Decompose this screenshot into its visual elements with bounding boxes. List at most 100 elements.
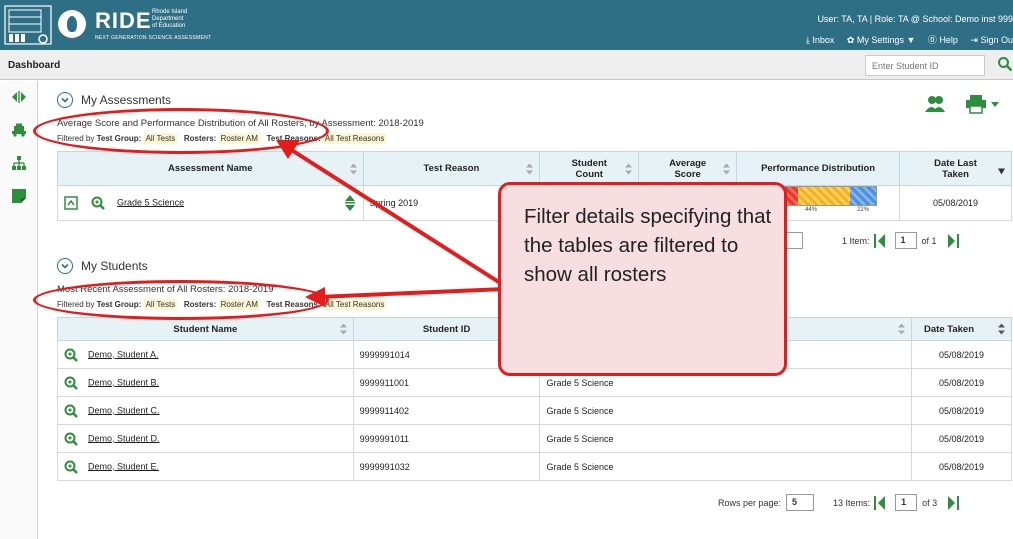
students-pager: Rows per page: 5 13 Items: 1 of 3 bbox=[718, 494, 963, 511]
signout-link[interactable]: ⇥ Sign Ou bbox=[970, 35, 1013, 45]
bar-segment-blue bbox=[850, 187, 877, 205]
top-menu: ⤓ Inbox ✿ My Settings ▼ ⓪ Help ⇥ Sign Ou bbox=[796, 33, 1013, 46]
student-name-cell: Demo, Student C. bbox=[57, 396, 354, 425]
next-page-icon[interactable] bbox=[947, 233, 959, 248]
brand-tagline: NEXT GENERATION SCIENCE ASSESSMENT bbox=[95, 35, 212, 41]
user-info: User: TA, TA | Role: TA @ School: Demo i… bbox=[817, 14, 1013, 24]
page-total: of 3 bbox=[922, 497, 938, 508]
assessments-pager: 5 1 Item: 1 of 1 bbox=[770, 232, 963, 249]
my-students-title: My Students bbox=[81, 259, 148, 273]
student-name-cell: Demo, Student E. bbox=[57, 452, 354, 481]
expand-collapse-icon[interactable] bbox=[11, 89, 27, 105]
magnifier-icon[interactable] bbox=[64, 432, 78, 446]
assessment-cell: Grade 5 Science bbox=[539, 396, 913, 425]
student-id-cell: 9999991032 bbox=[352, 452, 541, 481]
chevron-down-icon[interactable] bbox=[57, 92, 73, 108]
student-name-link[interactable]: Demo, Student E. bbox=[88, 461, 159, 471]
date-taken-cell: 05/08/2019 bbox=[911, 396, 1012, 425]
date-taken-cell: 05/08/2019 bbox=[911, 452, 1012, 481]
dashboard-bar: Dashboard bbox=[0, 50, 1013, 80]
sort-icon bbox=[339, 323, 347, 335]
col-average-score[interactable]: Average Score bbox=[638, 151, 738, 186]
brand-subtitle: Rhode Island Department of Education bbox=[152, 9, 188, 29]
table-row: Demo, Student D. 9999991011 Grade 5 Scienc… bbox=[57, 424, 1012, 453]
col-performance-distribution: Performance Distribution bbox=[736, 151, 901, 186]
student-name-cell: Demo, Student B. bbox=[57, 368, 354, 397]
date-taken-cell: 05/08/2019 bbox=[911, 340, 1012, 369]
assessments-table-header: Assessment Name Test Reason Student Count… bbox=[57, 151, 1012, 186]
prev-page-icon[interactable] bbox=[873, 233, 886, 248]
print-icon[interactable] bbox=[965, 94, 1001, 114]
col-test-reason[interactable]: Test Reason bbox=[362, 151, 541, 186]
student-id-cell: 9999991011 bbox=[352, 424, 541, 453]
search-icon[interactable] bbox=[997, 56, 1013, 72]
rows-per-page-select[interactable]: 5 bbox=[786, 494, 815, 511]
col-assessment-name[interactable]: Assessment Name bbox=[57, 151, 364, 186]
assessment-cell: Grade 5 Science bbox=[539, 424, 913, 453]
settings-menu[interactable]: ✿ My Settings ▼ bbox=[847, 35, 915, 45]
date-last-taken-cell: 05/08/2019 bbox=[899, 185, 1012, 221]
student-name-link[interactable]: Demo, Student B. bbox=[88, 377, 159, 387]
col-date-last-taken[interactable]: Date Last Taken bbox=[899, 151, 1012, 186]
chevron-down-icon[interactable] bbox=[57, 258, 73, 274]
help-link[interactable]: ⓪ Help bbox=[928, 35, 958, 45]
roster-icon[interactable] bbox=[923, 94, 947, 114]
sort-icon bbox=[526, 163, 534, 174]
sort-desc-icon bbox=[998, 168, 1005, 174]
my-students-header[interactable]: My Students bbox=[57, 258, 148, 274]
document-icon[interactable] bbox=[64, 196, 78, 210]
reorder-icon[interactable] bbox=[344, 195, 355, 211]
sidebar bbox=[0, 81, 38, 539]
table-row: Demo, Student C. 9999911402 Grade 5 Scienc… bbox=[57, 396, 1012, 425]
page-number-input[interactable]: 1 bbox=[894, 232, 917, 249]
item-count: 1 Item: bbox=[842, 235, 870, 246]
student-name-cell: Demo, Student D. bbox=[57, 424, 354, 453]
page-total: of 1 bbox=[921, 235, 937, 246]
ride-emblem bbox=[58, 10, 86, 38]
magnifier-icon[interactable] bbox=[64, 376, 78, 390]
next-page-icon[interactable] bbox=[947, 495, 960, 510]
assessment-cell: Grade 5 Science bbox=[539, 452, 913, 481]
col-student-name[interactable]: Student Name bbox=[57, 317, 354, 341]
school-bus-icon[interactable] bbox=[11, 122, 27, 138]
date-taken-cell: 05/08/2019 bbox=[911, 424, 1012, 453]
table-row: Demo, Student E. 9999991032 Grade 5 Scienc… bbox=[57, 452, 1012, 481]
segment-label: 22% bbox=[857, 207, 870, 213]
student-name-cell: Demo, Student A. bbox=[57, 340, 354, 369]
brand-name: RIDE bbox=[95, 8, 152, 33]
my-assessments-title: My Assessments bbox=[81, 93, 172, 107]
bar-segment-yellow bbox=[798, 187, 851, 205]
magnifier-icon[interactable] bbox=[64, 348, 78, 362]
student-id-cell: 9999911402 bbox=[352, 396, 541, 425]
item-count: 13 Items: bbox=[833, 497, 871, 508]
app-header: RIDE Rhode Island Department of Education … bbox=[0, 0, 1013, 50]
my-assessments-header[interactable]: My Assessments bbox=[57, 92, 171, 108]
student-name-link[interactable]: Demo, Student C. bbox=[88, 405, 160, 415]
prev-page-icon[interactable] bbox=[874, 495, 886, 510]
magnifier-icon[interactable] bbox=[64, 404, 78, 418]
annotation-ellipse-top bbox=[33, 108, 329, 154]
magnifier-icon[interactable] bbox=[91, 196, 105, 210]
segment-label: 44% bbox=[805, 207, 818, 213]
page-number-input[interactable]: 1 bbox=[895, 494, 918, 511]
student-name-link[interactable]: Demo, Student D. bbox=[88, 433, 160, 443]
col-date-taken[interactable]: Date Taken bbox=[911, 317, 1012, 341]
assessment-name-link[interactable]: Grade 5 Science bbox=[117, 197, 184, 207]
sort-icon bbox=[349, 163, 357, 174]
col-student-count[interactable]: Student Count bbox=[539, 151, 640, 186]
ngsa-logo bbox=[4, 5, 52, 45]
magnifier-icon[interactable] bbox=[64, 460, 78, 474]
sort-icon bbox=[625, 163, 633, 174]
note-icon[interactable] bbox=[11, 188, 27, 204]
page-title: Dashboard bbox=[8, 60, 61, 71]
hierarchy-icon[interactable] bbox=[11, 155, 27, 171]
sort-icon bbox=[998, 323, 1005, 335]
inbox-link[interactable]: ⤓ Inbox bbox=[806, 35, 835, 45]
student-name-link[interactable]: Demo, Student A. bbox=[88, 349, 159, 359]
sort-icon bbox=[898, 323, 906, 335]
rows-per-page-label: Rows per page: bbox=[718, 497, 782, 508]
sort-icon bbox=[723, 163, 731, 174]
annotation-callout: Filter details specifying that the table… bbox=[498, 182, 787, 376]
student-id-input[interactable] bbox=[865, 55, 985, 76]
annotation-ellipse-bottom bbox=[33, 280, 329, 320]
